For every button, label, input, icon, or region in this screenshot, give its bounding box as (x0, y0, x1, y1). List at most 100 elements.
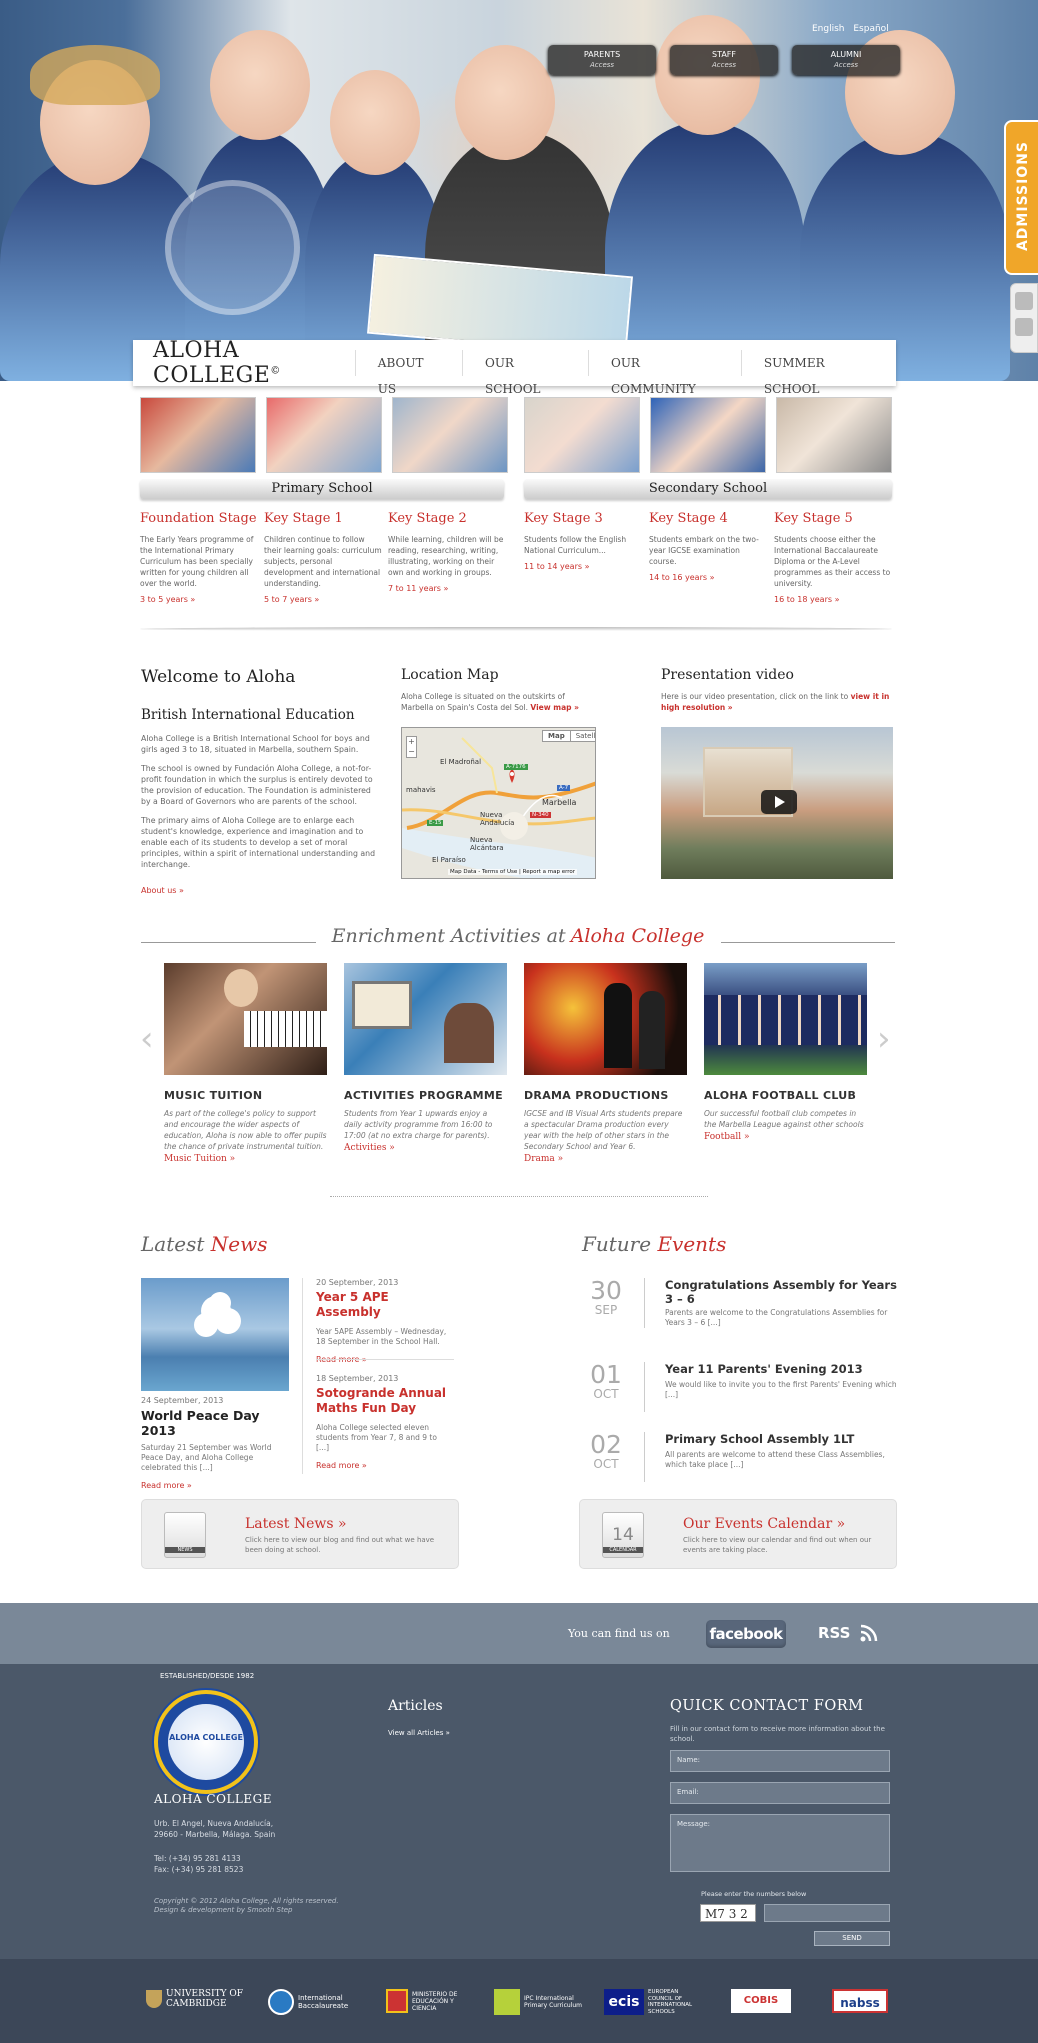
stage-age-link[interactable]: 5 to 7 years » (264, 595, 382, 604)
activity-image[interactable] (164, 963, 327, 1075)
captcha-input[interactable] (764, 1904, 890, 1922)
language-spanish[interactable]: Español (853, 24, 888, 34)
carousel-prev-icon[interactable]: ‹ (140, 1020, 156, 1058)
nabss-logo[interactable]: nabss (832, 1989, 892, 2019)
rss-icon[interactable] (859, 1623, 879, 1643)
stage-title[interactable]: Key Stage 2 (388, 511, 506, 526)
zoom-control[interactable]: + − (406, 736, 417, 758)
side-tools (1010, 283, 1038, 353)
activity-link[interactable]: Music Tuition » (164, 1154, 327, 1164)
divider (721, 942, 895, 943)
parents-access-button[interactable]: PARENTS Access (548, 45, 656, 75)
key-stage-1-photo[interactable] (266, 397, 382, 473)
activity-link[interactable]: Activities » (344, 1143, 507, 1153)
welcome-title: Welcome to Aloha (141, 667, 296, 687)
key-stage-3-photo[interactable] (524, 397, 640, 473)
articles-title: Articles (388, 1698, 443, 1714)
satellite-tab[interactable]: Satellite (569, 731, 595, 741)
road-label: A-7 (557, 785, 571, 791)
event-title[interactable]: Primary School Assembly 1LT (665, 1432, 897, 1446)
name-field[interactable]: Name: (670, 1750, 890, 1772)
stage-age-link[interactable]: 3 to 5 years » (140, 595, 258, 604)
read-more-link[interactable]: Read more » (141, 1481, 192, 1490)
cta-title[interactable]: Our Events Calendar » (683, 1516, 845, 1532)
view-all-articles-link[interactable]: View all Articles » (388, 1729, 450, 1737)
event-title[interactable]: Congratulations Assembly for Years 3 – 6 (665, 1278, 897, 1306)
ministerio-logo[interactable]: MINISTERIO DE EDUCACIÓN Y CIENCIA (386, 1989, 468, 2019)
carousel-next-icon[interactable]: › (877, 1020, 893, 1058)
address-line: 29660 - Marbella, Málaga. Spain (154, 1829, 276, 1839)
key-stage-4-photo[interactable] (650, 397, 766, 473)
map-tab[interactable]: Map (543, 731, 570, 741)
play-icon[interactable] (761, 790, 797, 814)
staff-access-button[interactable]: STAFF Access (670, 45, 778, 75)
activity-image[interactable] (704, 963, 867, 1075)
activity-image[interactable] (524, 963, 687, 1075)
bookmark-icon[interactable] (1015, 318, 1033, 336)
cobis-logo[interactable]: COBIS (731, 1989, 795, 2019)
activity-title[interactable]: ALOHA FOOTBALL CLUB (704, 1089, 867, 1102)
stage-age-link[interactable]: 16 to 18 years » (774, 595, 892, 604)
ib-logo[interactable]: International Baccalaureate (268, 1989, 358, 2019)
stage-age-link[interactable]: 14 to 16 years » (649, 573, 767, 582)
activity-link[interactable]: Football » (704, 1132, 867, 1142)
cta-title[interactable]: Latest News » (245, 1516, 347, 1532)
ipc-icon (494, 1989, 520, 2015)
report-error-link[interactable]: Report a map error (523, 869, 575, 875)
key-stage-2-photo[interactable] (392, 397, 508, 473)
secondary-school-label[interactable]: Secondary School (524, 479, 892, 499)
copyright: Copyright © 2012 Aloha College, All righ… (154, 1897, 339, 1905)
google-map[interactable]: Map Satellite +− El Madroñal mahavis Nue… (401, 727, 596, 879)
rss-link[interactable]: RSS (818, 1624, 850, 1642)
nav-our-community[interactable]: OUR COMMUNITY (587, 350, 741, 396)
stage-age-link[interactable]: 7 to 11 years » (388, 584, 506, 593)
video-player[interactable] (661, 727, 893, 879)
watermark-logo (165, 180, 300, 315)
nav-our-school[interactable]: OUR SCHOOL (461, 350, 588, 396)
ecis-logo[interactable]: ecisEUROPEAN COUNCIL OF INTERNATIONAL SC… (604, 1989, 704, 2019)
activity-title[interactable]: ACTIVITIES PROGRAMME (344, 1089, 507, 1102)
email-field[interactable]: Email: (670, 1782, 890, 1804)
latest-news-cta[interactable]: NEWS Latest News » Click here to view ou… (141, 1499, 459, 1569)
terms-link[interactable]: Terms of Use (482, 869, 517, 875)
nav-about-us[interactable]: ABOUT US (354, 350, 462, 396)
key-stage-5-photo[interactable] (776, 397, 892, 473)
quick-contact-form: QUICK CONTACT FORM Fill in our contact f… (670, 1698, 890, 1946)
stage-title[interactable]: Foundation Stage (140, 511, 258, 526)
stage-age-link[interactable]: 11 to 14 years » (524, 562, 642, 571)
activity-title[interactable]: DRAMA PRODUCTIONS (524, 1089, 687, 1102)
read-more-link[interactable]: Read more » (316, 1461, 367, 1470)
stage-title[interactable]: Key Stage 3 (524, 511, 642, 526)
location-text: Aloha College is situated on the outskir… (401, 692, 579, 712)
school-seal-logo[interactable]: ALOHA COLLEGE (154, 1690, 258, 1794)
primary-school-label[interactable]: Primary School (140, 479, 504, 499)
news-image[interactable] (141, 1278, 289, 1391)
map-data-link[interactable]: Map Data (450, 869, 477, 875)
activity-image[interactable] (344, 963, 507, 1075)
about-us-link[interactable]: About us » (141, 886, 184, 895)
news-title[interactable]: Sotogrande Annual Maths Fun Day (316, 1386, 451, 1416)
activity-title[interactable]: MUSIC TUITION (164, 1089, 327, 1102)
print-icon[interactable] (1015, 292, 1033, 310)
ipc-logo[interactable]: IPC International Primary Curriculum (494, 1989, 588, 2019)
facebook-button[interactable]: facebook (706, 1620, 786, 1648)
news-title[interactable]: World Peace Day 2013 (141, 1408, 289, 1438)
message-field[interactable]: Message: (670, 1814, 890, 1872)
language-english[interactable]: English (812, 24, 845, 34)
stage-title[interactable]: Key Stage 5 (774, 511, 892, 526)
stage-key-stage-4: Key Stage 4 Students embark on the two-y… (649, 511, 767, 582)
events-calendar-cta[interactable]: 14 CALENDAR Our Events Calendar » Click h… (579, 1499, 897, 1569)
activity-link[interactable]: Drama » (524, 1154, 687, 1164)
stage-title[interactable]: Key Stage 1 (264, 511, 382, 526)
site-logo[interactable]: ALOHA COLLEGE© (133, 338, 355, 388)
foundation-photo[interactable] (140, 397, 256, 473)
stage-title[interactable]: Key Stage 4 (649, 511, 767, 526)
news-title[interactable]: Year 5 APE Assembly (316, 1290, 451, 1320)
send-button[interactable]: SEND (814, 1931, 890, 1946)
cambridge-logo[interactable]: UNIVERSITY OF CAMBRIDGE (146, 1989, 266, 2019)
event-title[interactable]: Year 11 Parents' Evening 2013 (665, 1362, 897, 1376)
alumni-access-button[interactable]: ALUMNI Access (792, 45, 900, 75)
view-map-link[interactable]: View map » (530, 703, 579, 712)
nav-summer-school[interactable]: SUMMER SCHOOL (740, 350, 896, 396)
admissions-tab[interactable]: ADMISSIONS (1004, 120, 1038, 275)
